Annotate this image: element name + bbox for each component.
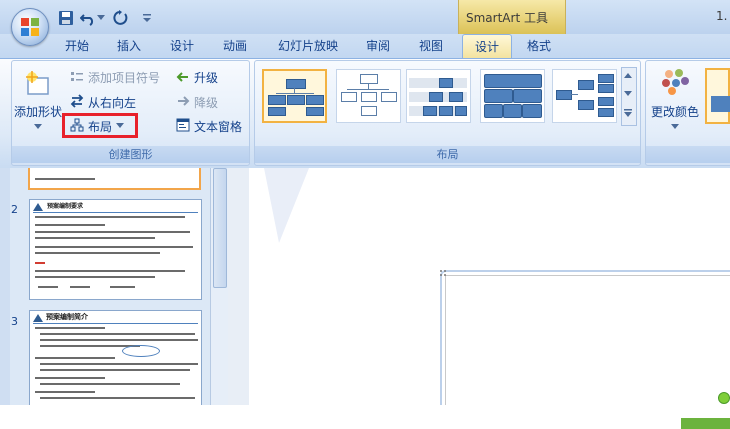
create-graphic-group-label: 创建图形	[12, 146, 249, 163]
add-bullet-icon	[71, 72, 83, 81]
slide-3-title: 预案编制简介	[46, 313, 88, 321]
layout-thumbnail-labeled-hierarchy[interactable]	[406, 69, 471, 123]
slide-thumbnail-2[interactable]: 预案编制要求	[29, 199, 202, 300]
slide-number: 2	[11, 203, 18, 216]
tab-slideshow[interactable]: 幻灯片放映	[268, 34, 348, 58]
office-logo-icon	[21, 18, 39, 36]
layout-thumbnail-organization-chart[interactable]	[336, 69, 401, 123]
promote-icon	[176, 72, 188, 82]
right-to-left-button[interactable]: 从右向左	[88, 94, 136, 111]
tab-smartart-design[interactable]: 设计	[462, 34, 512, 58]
add-shape-icon[interactable]	[24, 70, 52, 98]
status-accent	[681, 418, 730, 429]
layout-dropdown-icon[interactable]	[116, 123, 124, 129]
layout-thumbnail-table-hierarchy[interactable]	[480, 69, 545, 123]
slide-canvas[interactable]	[249, 168, 730, 417]
tab-home[interactable]: 开始	[56, 34, 98, 58]
scrollbar-thumb[interactable]	[213, 168, 227, 288]
smartart-styles-group-label	[646, 146, 730, 163]
change-colors-dropdown-icon[interactable]	[671, 124, 679, 130]
frame-handle-icon[interactable]	[439, 269, 449, 279]
slide-background-graphic	[264, 168, 309, 243]
title-bar	[0, 0, 730, 34]
slide-number: 3	[11, 315, 18, 328]
slide-2-title: 预案编制要求	[47, 203, 84, 210]
add-shape-button[interactable]: 添加形状	[14, 103, 62, 120]
redo-icon[interactable]	[112, 10, 128, 26]
text-pane-button[interactable]: 文本窗格	[194, 118, 242, 135]
slide-thumbnail-3[interactable]: 预案编制简介	[29, 310, 202, 412]
change-colors-button[interactable]: 更改颜色	[651, 103, 699, 120]
style-thumbnail[interactable]	[705, 68, 730, 124]
demote-button[interactable]: 降级	[194, 94, 218, 111]
slide-thumbnail-1[interactable]	[28, 168, 201, 190]
change-colors-icon	[662, 69, 689, 95]
text-pane-icon	[176, 118, 190, 132]
office-button[interactable]	[11, 8, 49, 46]
tab-smartart-format[interactable]: 格式	[517, 34, 561, 58]
smartart-graphic-border	[445, 275, 730, 417]
customize-toolbar-icon[interactable]	[142, 12, 152, 24]
contextual-tab-title: SmartArt 工具	[466, 11, 548, 25]
gallery-scroll-up-icon[interactable]	[623, 72, 633, 79]
promote-button[interactable]: 升级	[194, 69, 218, 86]
slide-logo-icon	[33, 314, 43, 322]
layout-icon	[70, 118, 84, 132]
tab-animations[interactable]: 动画	[214, 34, 256, 58]
layout-thumbnail-horizontal-hierarchy-right[interactable]	[552, 69, 617, 123]
right-to-left-icon	[70, 94, 84, 108]
add-shape-dropdown-icon[interactable]	[34, 124, 42, 130]
layout-button[interactable]: 布局	[88, 118, 112, 135]
rotation-handle[interactable]	[718, 392, 730, 404]
undo-icon[interactable]	[80, 10, 96, 26]
layouts-group-label: 布局	[255, 146, 640, 163]
gallery-more-icon[interactable]	[623, 108, 633, 118]
slide-logo-icon	[33, 203, 43, 211]
tab-design[interactable]: 设计	[161, 34, 203, 58]
undo-dropdown-icon[interactable]	[97, 15, 105, 21]
tab-insert[interactable]: 插入	[108, 34, 150, 58]
add-bullet-button[interactable]: 添加项目符号	[88, 69, 160, 86]
tab-view[interactable]: 视图	[410, 34, 452, 58]
tab-review[interactable]: 审阅	[357, 34, 399, 58]
bottom-area	[0, 405, 730, 429]
gallery-scroll-down-icon[interactable]	[623, 90, 633, 97]
demote-icon	[178, 96, 190, 106]
layout-thumbnail-horizontal-hierarchy[interactable]	[262, 69, 327, 123]
slides-panel-scrollbar[interactable]	[210, 168, 229, 405]
window-title: 1.	[716, 9, 728, 23]
save-icon[interactable]	[58, 10, 74, 26]
